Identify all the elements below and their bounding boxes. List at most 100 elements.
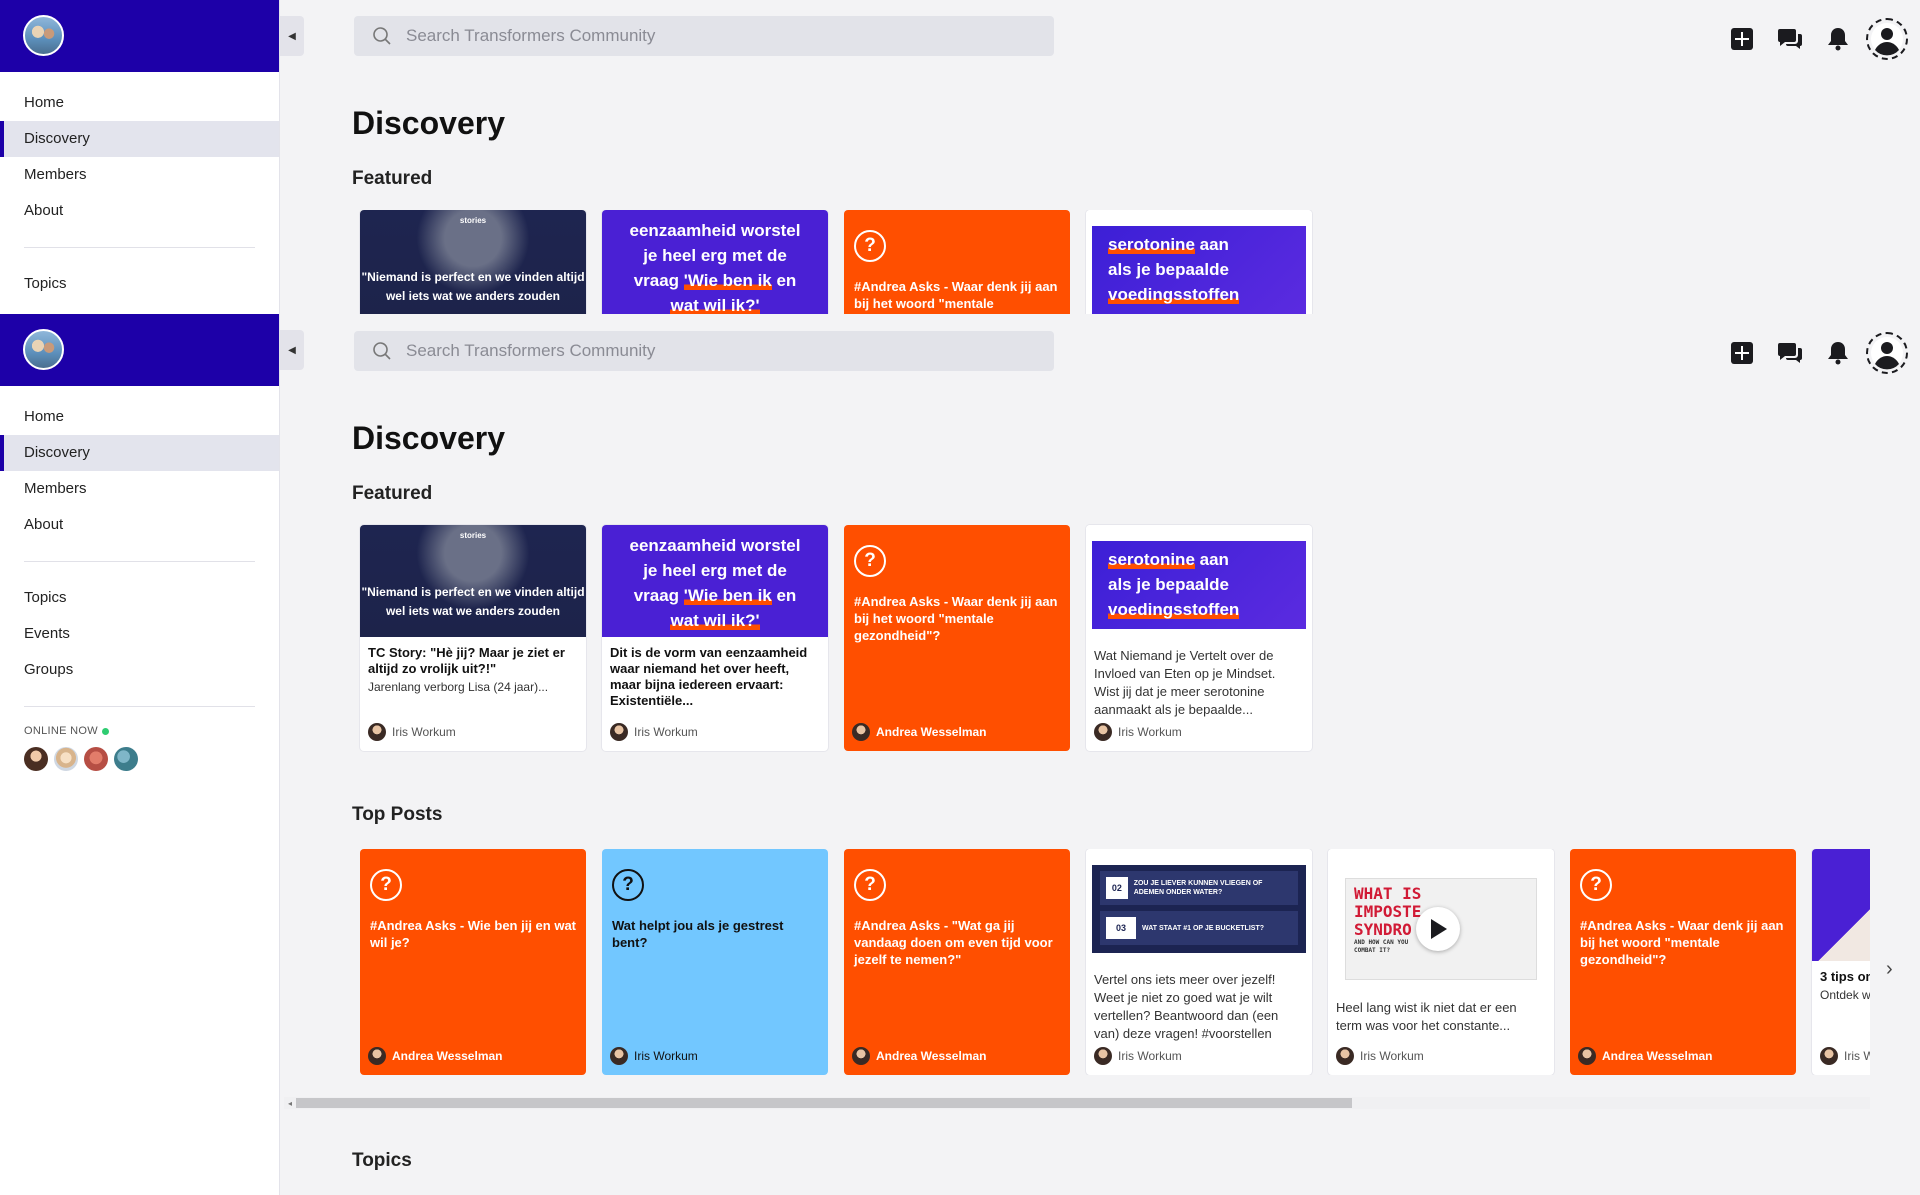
top-post-card[interactable]: 3 tips om als je bent en... Ontdek wat j… [1812, 849, 1870, 1075]
messages-button[interactable] [1766, 19, 1814, 59]
card-author[interactable]: Iris Workum [610, 1047, 698, 1065]
card-author[interactable]: Iris Workum [1336, 1047, 1424, 1065]
avatar[interactable] [114, 747, 138, 771]
sidebar-item-members[interactable]: Members [0, 471, 279, 507]
scrollbar-thumb[interactable] [296, 1098, 1352, 1108]
sidebar-item-home[interactable]: Home [0, 85, 279, 121]
top-actions [1718, 332, 1908, 374]
community-logo[interactable] [23, 15, 64, 56]
user-menu-button[interactable] [1866, 332, 1908, 374]
featured-card[interactable]: serotonine aan als je bepaalde voedingss… [1086, 525, 1312, 751]
notifications-button[interactable] [1814, 333, 1862, 373]
sidebar-item-discovery[interactable]: Discovery [0, 121, 279, 157]
card-author[interactable]: Andrea Wesselman [1578, 1047, 1713, 1065]
avatar [1336, 1047, 1354, 1065]
video-line: SYNDRO [1354, 920, 1412, 939]
sidebar-item-topics[interactable]: Topics [0, 266, 279, 302]
author-name: Iris Workum [1118, 1049, 1182, 1063]
search-icon [373, 27, 391, 45]
thumb-line-highlight: serotonine [1108, 550, 1195, 569]
sidebar-divider [24, 706, 255, 707]
card-author[interactable]: Iris Workum [1094, 1047, 1182, 1065]
featured-card[interactable]: eenzaamheid worstel je heel erg met de v… [602, 210, 828, 314]
top-post-card[interactable]: ? Wat helpt jou als je gestrest bent? Ir… [602, 849, 828, 1075]
top-post-card[interactable]: ? #Andrea Asks - Wie ben jij en wat wil … [360, 849, 586, 1075]
carousel-next-button[interactable]: › [1886, 958, 1893, 981]
page-title: Discovery [352, 105, 505, 141]
thumb-quote-text: "Niemand is perfect en we vinden altijd … [361, 585, 585, 618]
avatar[interactable] [84, 747, 108, 771]
avatar [1094, 1047, 1112, 1065]
top-post-card[interactable]: 02 ZOU JE LIEVER KUNNEN VLIEGEN OF ADEMEN… [1086, 849, 1312, 1075]
community-logo[interactable] [23, 329, 64, 370]
featured-card[interactable]: eenzaamheid worstel je heel erg met de v… [602, 525, 828, 751]
avatar[interactable] [24, 747, 48, 771]
sidebar-item-discovery[interactable]: Discovery [0, 435, 279, 471]
sidebar-item-events[interactable]: Events [0, 616, 279, 652]
collapse-sidebar-button[interactable]: ◀ [280, 330, 304, 370]
question-text: #Andrea Asks - "Wat ga jij vandaag doen … [854, 918, 1053, 967]
card-excerpt: Jarenlang verborg Lisa (24 jaar)... [368, 680, 549, 694]
collapse-sidebar-button[interactable]: ◀ [280, 16, 304, 56]
video-line: IMPOSTE [1354, 902, 1422, 921]
card-author[interactable]: Iris Workum [1094, 723, 1182, 741]
messages-button[interactable] [1766, 333, 1814, 373]
top-post-card[interactable]: WHAT IS IMPOSTE SYNDRO AND HOW CAN YOU C… [1328, 849, 1554, 1075]
top-actions [1718, 18, 1908, 60]
online-avatars [24, 747, 279, 771]
user-menu-button[interactable] [1866, 18, 1908, 60]
card-author[interactable]: Iris W [1820, 1047, 1870, 1065]
card-author[interactable]: Iris Workum [610, 723, 698, 741]
card-author[interactable]: Iris Workum [368, 723, 456, 741]
avatar [368, 723, 386, 741]
question-text: Wat helpt jou als je gestrest bent? [612, 918, 784, 950]
thumb-quote-text: "Niemand is perfect en we vinden altijd … [361, 270, 585, 303]
featured-card[interactable]: stories "Niemand is perfect en we vinden… [360, 210, 586, 314]
card-thumbnail: stories "Niemand is perfect en we vinden… [360, 210, 586, 314]
sidebar-item-members[interactable]: Members [0, 157, 279, 193]
scroll-left-arrow-icon[interactable]: ◂ [284, 1097, 296, 1109]
author-name: Andrea Wesselman [392, 1049, 503, 1063]
search-bar[interactable] [354, 16, 1054, 56]
new-post-button[interactable] [1718, 333, 1766, 373]
featured-card[interactable]: stories "Niemand is perfect en we vinden… [360, 525, 586, 751]
top-post-card[interactable]: ? #Andrea Asks - Waar denk jij aan bij h… [1570, 849, 1796, 1075]
thumb-line-part: aan [1194, 235, 1229, 254]
top-post-card[interactable]: ? #Andrea Asks - "Wat ga jij vandaag doe… [844, 849, 1070, 1075]
thumb-line-highlight: voedingsstoffen [1108, 600, 1240, 619]
quiz-number: 03 [1106, 917, 1136, 939]
new-post-button[interactable] [1718, 19, 1766, 59]
card-body: TC Story: "Hè jij? Maar je ziet er altij… [360, 637, 586, 695]
sidebar-item-about[interactable]: About [0, 507, 279, 543]
plus-square-icon [1731, 28, 1753, 50]
sidebar-item-about[interactable]: About [0, 193, 279, 229]
card-body: Vertel ons iets meer over jezelf! Weet j… [1086, 961, 1312, 1043]
avatar [368, 1047, 386, 1065]
avatar [1820, 1047, 1838, 1065]
card-author[interactable]: Andrea Wesselman [852, 1047, 987, 1065]
search-bar[interactable] [354, 331, 1054, 371]
sidebar-item-home[interactable]: Home [0, 399, 279, 435]
sidebar-header [0, 314, 279, 386]
sidebar-item-topics[interactable]: Topics [0, 580, 279, 616]
featured-row-clipped: stories "Niemand is perfect en we vinden… [352, 210, 1872, 314]
featured-card[interactable]: ? #Andrea Asks - Waar denk jij aan bij h… [844, 525, 1070, 751]
card-thumbnail: eenzaamheid worstel je heel erg met de v… [602, 210, 828, 314]
search-input[interactable] [406, 26, 1006, 46]
horizontal-scrollbar[interactable]: ◂ [284, 1097, 1870, 1109]
card-author[interactable]: Andrea Wesselman [852, 723, 987, 741]
top-posts-heading: Top Posts [352, 804, 443, 825]
featured-card[interactable]: serotonine aan als je bepaalde voedingss… [1086, 210, 1312, 314]
chat-bubbles-icon [1778, 343, 1802, 363]
chevron-right-icon: › [1886, 958, 1893, 980]
sidebar-nav: Home Discovery Members About [0, 72, 279, 229]
sidebar-item-groups[interactable]: Groups [0, 652, 279, 688]
play-button[interactable] [1416, 907, 1460, 951]
search-input[interactable] [406, 341, 1006, 361]
featured-card[interactable]: ? #Andrea Asks - Waar denk jij aan bij h… [844, 210, 1070, 314]
card-author[interactable]: Andrea Wesselman [368, 1047, 503, 1065]
author-name: Iris Workum [392, 725, 456, 739]
notifications-button[interactable] [1814, 19, 1862, 59]
avatar[interactable] [54, 747, 78, 771]
author-name: Iris Workum [1118, 725, 1182, 739]
